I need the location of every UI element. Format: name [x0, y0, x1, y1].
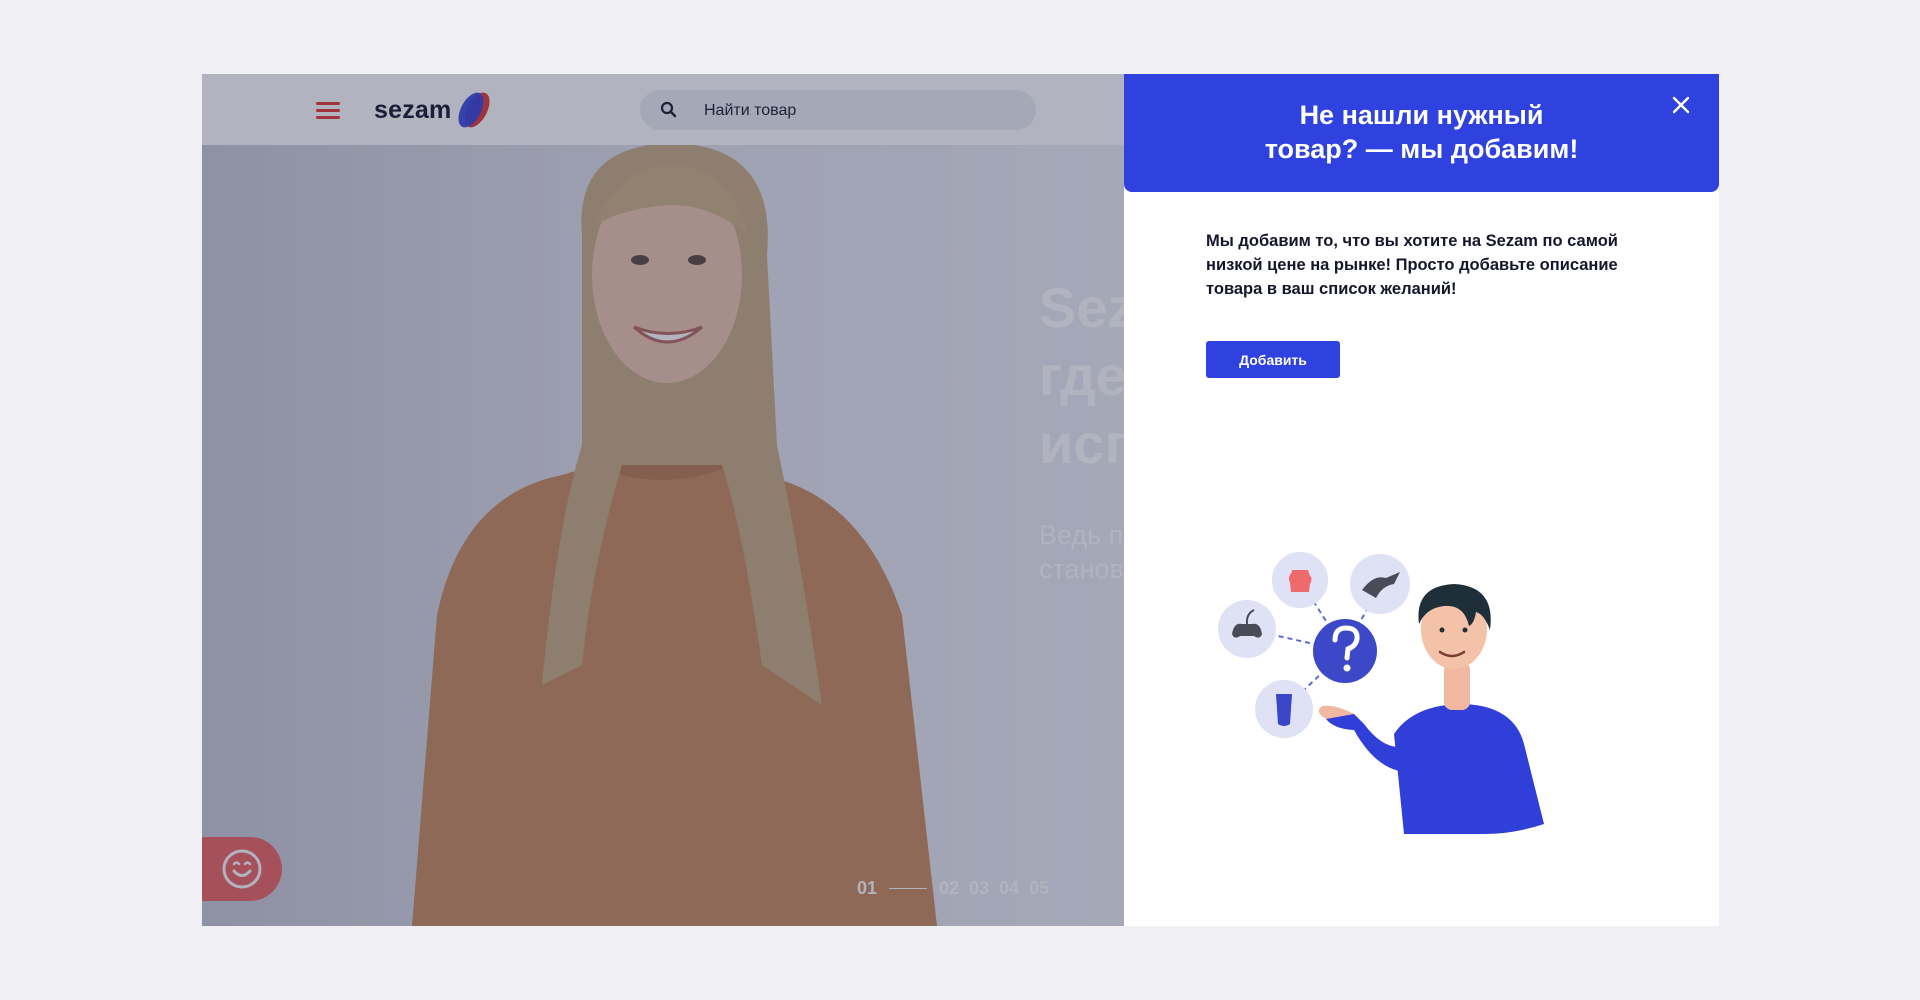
add-button[interactable]: Добавить [1206, 341, 1340, 378]
wishlist-illustration [1218, 552, 1544, 834]
app-frame: sezam Sez где исп Ведь п станов 01 02 03 [202, 74, 1719, 926]
modal-backdrop[interactable] [202, 74, 1124, 926]
wishlist-panel: Не нашли нужный товар? — мы добавим! Мы … [1124, 74, 1719, 926]
panel-header: Не нашли нужный товар? — мы добавим! [1124, 74, 1719, 192]
panel-title: Не нашли нужный товар? — мы добавим! [1264, 100, 1579, 164]
panel-description: Мы добавим то, что вы хотите на Sezam по… [1206, 232, 1618, 298]
landing-page: sezam Sez где исп Ведь п станов 01 02 03 [202, 74, 1124, 926]
close-icon[interactable] [1670, 94, 1692, 116]
